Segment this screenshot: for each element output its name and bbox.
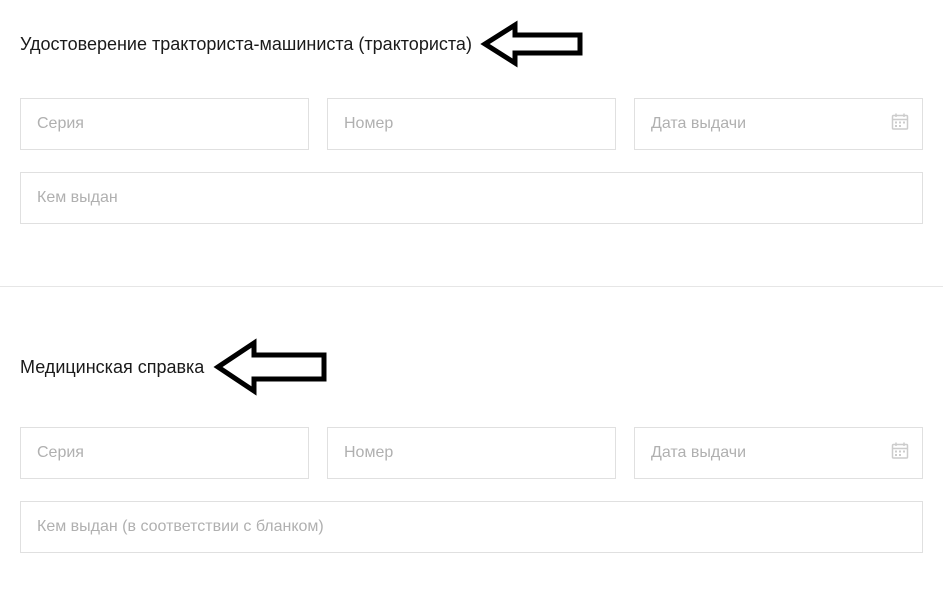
license-number-wrap <box>327 98 616 150</box>
license-series-input[interactable] <box>20 98 309 150</box>
medical-section: Медицинская справка <box>0 317 943 605</box>
medical-section-header: Медицинская справка <box>20 337 923 397</box>
license-series-wrap <box>20 98 309 150</box>
license-section-title: Удостоверение тракториста-машиниста (тра… <box>20 34 472 55</box>
arrow-left-icon <box>212 337 332 397</box>
license-number-input[interactable] <box>327 98 616 150</box>
license-row-1 <box>20 98 923 150</box>
medical-row-2 <box>20 501 923 553</box>
medical-series-input[interactable] <box>20 427 309 479</box>
license-issuedby-wrap <box>20 172 923 224</box>
medical-date-input[interactable] <box>634 427 923 479</box>
section-divider <box>0 286 943 287</box>
license-issuedby-input[interactable] <box>20 172 923 224</box>
arrow-left-icon <box>480 20 590 68</box>
license-section-header: Удостоверение тракториста-машиниста (тра… <box>20 20 923 68</box>
medical-row-1 <box>20 427 923 479</box>
license-row-2 <box>20 172 923 224</box>
medical-issuedby-input[interactable] <box>20 501 923 553</box>
medical-date-wrap <box>634 427 923 479</box>
license-section: Удостоверение тракториста-машиниста (тра… <box>0 0 943 276</box>
medical-number-input[interactable] <box>327 427 616 479</box>
medical-series-wrap <box>20 427 309 479</box>
medical-issuedby-wrap <box>20 501 923 553</box>
medical-number-wrap <box>327 427 616 479</box>
medical-section-title: Медицинская справка <box>20 357 204 378</box>
license-date-wrap <box>634 98 923 150</box>
license-date-input[interactable] <box>634 98 923 150</box>
